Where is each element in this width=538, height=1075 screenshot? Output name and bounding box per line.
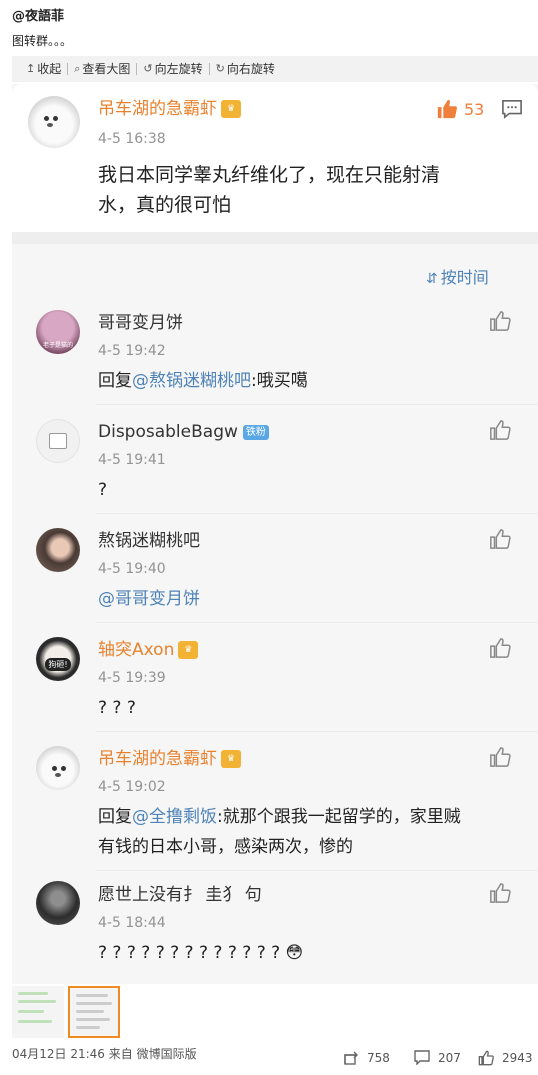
reply-text: ? ? ? ? ? ? ? ? ? ? ? ? ? 😳 — [98, 943, 304, 963]
comment-icon — [414, 1050, 430, 1065]
avatar[interactable] — [36, 881, 80, 925]
fan-badge: 铁粉 — [242, 425, 269, 440]
bag-icon — [49, 433, 67, 449]
post-source: 04月12日 21:46 来自 微博国际版 — [12, 1047, 197, 1061]
reply-divider — [96, 731, 538, 732]
thumbs-up-icon[interactable] — [488, 528, 512, 550]
section-divider — [12, 232, 538, 244]
reply-author[interactable]: 愿世上没有扌 圭犭 句 — [98, 884, 262, 906]
post-header: @夜語菲 图转群。。。 — [12, 8, 532, 49]
reply-divider — [96, 404, 538, 405]
comment-text: 我日本同学睾丸纤维化了，现在只能射清 水，真的很可怕 — [98, 164, 441, 216]
reply-author[interactable]: 轴突Axon ♛ — [98, 639, 199, 661]
sort-icon: ⇵ — [426, 271, 438, 287]
thumbs-up-icon[interactable] — [488, 637, 512, 659]
reply-time: 4-5 19:42 — [98, 343, 166, 359]
reply-text: @哥哥变月饼 — [98, 584, 200, 614]
reply-time: 4-5 18:44 — [98, 915, 166, 931]
thumbs-up-icon — [437, 99, 457, 119]
reply-author[interactable]: 熬锅迷糊桃吧 — [98, 530, 200, 552]
post-author[interactable]: @夜語菲 — [12, 8, 532, 26]
reply-text: 回复@熬锅迷糊桃吧:哦买噶 — [98, 371, 308, 391]
screenshot-image[interactable]: 吊车湖的急霸虾 ♛ 4-5 16:38 53 我日本同学睾丸纤维化了，现在只能射清… — [12, 84, 538, 984]
mention-link[interactable]: @哥哥变月饼 — [98, 589, 200, 609]
avatar[interactable]: 狗砸! — [36, 637, 80, 681]
avatar[interactable] — [28, 96, 80, 148]
reply-text: ? ? ? — [98, 698, 136, 718]
rotate-left-button[interactable]: ↺ 向左旋转 — [137, 62, 208, 76]
reply-time: 4-5 19:02 — [98, 779, 166, 795]
comment-time: 4-5 16:38 — [98, 131, 166, 147]
avatar[interactable] — [36, 746, 80, 790]
avatar[interactable]: 老子是猫的 — [36, 310, 80, 354]
reply-divider — [96, 870, 538, 871]
reply-divider — [96, 622, 538, 623]
vip-crown-icon: ♛ — [178, 641, 199, 659]
collapse-button[interactable]: ↥ 收起 — [20, 62, 67, 76]
rotate-left-icon: ↺ — [143, 62, 153, 75]
thumbnail-strip — [12, 986, 124, 1042]
view-large-button[interactable]: ⌕ 查看大图 — [68, 62, 136, 76]
mention-link[interactable]: @熬锅迷糊桃吧 — [132, 371, 251, 391]
comment-author[interactable]: 吊车湖的急霸虾 ♛ — [98, 98, 241, 120]
avatar[interactable] — [36, 528, 80, 572]
reply-time: 4-5 19:41 — [98, 452, 166, 468]
reply-time: 4-5 19:39 — [98, 670, 166, 686]
magnifier-icon: ⌕ — [74, 62, 81, 75]
comment-button[interactable]: 207 — [414, 1050, 461, 1065]
thumbnail-image-selected[interactable] — [68, 986, 120, 1038]
comment-count: 207 — [438, 1050, 461, 1065]
reply-author[interactable]: 哥哥变月饼 — [98, 312, 183, 334]
image-toolbar: ↥ 收起 ⌕ 查看大图 ↺ 向左旋转 ↻ 向右旋转 — [12, 56, 538, 82]
rotate-right-icon: ↻ — [215, 62, 225, 75]
repost-button[interactable]: 758 — [343, 1050, 390, 1066]
thumbs-up-icon[interactable] — [488, 310, 512, 332]
reply-text: ? — [98, 480, 108, 500]
like-count: 2943 — [502, 1051, 533, 1065]
like-button[interactable]: 53 — [436, 98, 484, 120]
avatar[interactable] — [36, 419, 80, 463]
comment-icon[interactable] — [501, 99, 523, 119]
collapse-icon: ↥ — [26, 62, 36, 75]
like-button[interactable]: 2943 — [478, 1050, 533, 1066]
thumbs-up-icon[interactable] — [488, 746, 512, 768]
thumbs-up-icon — [478, 1050, 494, 1066]
thumbs-up-icon[interactable] — [488, 419, 512, 441]
rotate-right-button[interactable]: ↻ 向右旋转 — [210, 62, 281, 76]
repost-icon — [344, 1051, 358, 1065]
repost-count: 758 — [367, 1051, 390, 1065]
like-count: 53 — [464, 99, 485, 119]
post-footer: 04月12日 21:46 来自 微博国际版 758 207 2943 — [12, 1046, 538, 1068]
main-comment-card: 吊车湖的急霸虾 ♛ 4-5 16:38 53 我日本同学睾丸纤维化了，现在只能射清… — [12, 84, 538, 232]
sort-by-time-button[interactable]: ⇵ 按时间 — [426, 264, 489, 288]
vip-crown-icon: ♛ — [221, 750, 241, 768]
thumbs-up-icon[interactable] — [488, 882, 512, 904]
reply-text: 回复@全撸剩饭:就那个跟我一起留学的，家里贼 有钱的日本小哥，感染两次，惨的 — [98, 807, 461, 857]
reply-divider — [96, 513, 538, 514]
vip-crown-icon: ♛ — [221, 100, 241, 118]
mention-link[interactable]: @全撸剩饭 — [132, 807, 217, 827]
thumbnail-image[interactable] — [12, 986, 64, 1038]
post-caption: 图转群。。。 — [12, 34, 73, 48]
reply-author[interactable]: DisposableBagw 铁粉 — [98, 421, 269, 443]
reply-time: 4-5 19:40 — [98, 561, 166, 577]
reply-author[interactable]: 吊车湖的急霸虾 ♛ — [98, 748, 241, 770]
